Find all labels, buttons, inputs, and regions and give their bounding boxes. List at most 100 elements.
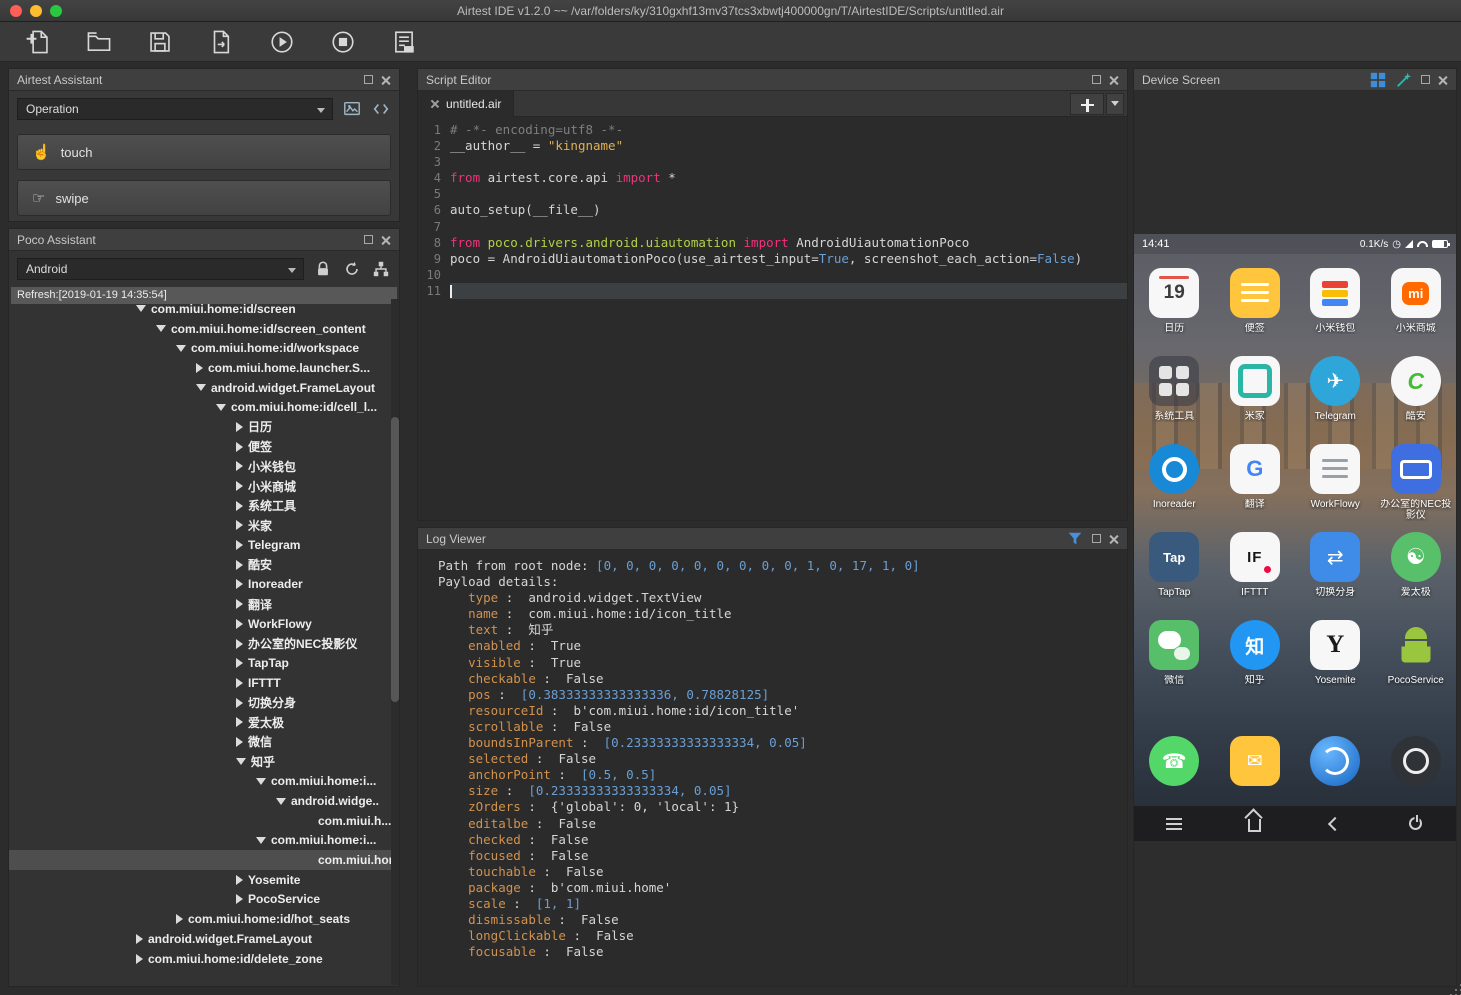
tree-node[interactable]: 米家	[9, 516, 399, 536]
app-notes[interactable]: 便签	[1215, 268, 1296, 356]
tree-node[interactable]: com.miui.home:id/workspace	[9, 338, 399, 358]
app-taptap[interactable]: TapTapTap	[1134, 532, 1215, 620]
poco-platform-select[interactable]: Android	[17, 258, 304, 280]
code-editor[interactable]: 1# -*- encoding=utf8 -*-2__author__ = "k…	[418, 117, 1127, 299]
app-wallet[interactable]: 小米钱包	[1295, 268, 1376, 356]
app-mihome[interactable]: 米家	[1215, 356, 1296, 444]
expand-arrow-icon[interactable]	[236, 758, 246, 765]
collapse-arrow-icon[interactable]	[236, 894, 243, 904]
tree-node[interactable]: com.miui.h...	[9, 811, 399, 831]
tab-list-dropdown-button[interactable]	[1106, 93, 1124, 115]
collapse-arrow-icon[interactable]	[236, 461, 243, 471]
float-panel-button[interactable]	[1092, 534, 1101, 543]
collapse-arrow-icon[interactable]	[236, 560, 243, 570]
tree-node[interactable]: TapTap	[9, 653, 399, 673]
tree-node[interactable]: com.miui.home.launcher.S...	[9, 358, 399, 378]
app-clone[interactable]: ⇄切换分身	[1295, 532, 1376, 620]
app-nec[interactable]: 办公室的NEC投影仪	[1376, 444, 1457, 532]
close-panel-button[interactable]	[1109, 75, 1119, 85]
collapse-arrow-icon[interactable]	[236, 658, 243, 668]
expand-arrow-icon[interactable]	[136, 305, 146, 312]
tree-node[interactable]: 办公室的NEC投影仪	[9, 634, 399, 654]
camera-dock-button[interactable]	[1376, 736, 1457, 786]
app-coolapk[interactable]: C酷安	[1376, 356, 1457, 444]
tree-node[interactable]: com.miui.home:i...	[9, 831, 399, 851]
collapse-arrow-icon[interactable]	[236, 579, 243, 589]
tree-node[interactable]: com.miui.home:id/screen_content	[9, 319, 399, 339]
tree-node[interactable]: Yosemite	[9, 870, 399, 890]
refresh-tree-button[interactable]	[343, 259, 362, 279]
phone-dock-button[interactable]: ☎	[1134, 736, 1215, 786]
tree-node[interactable]: 爱太极	[9, 712, 399, 732]
open-script-button[interactable]	[85, 28, 113, 56]
resize-grip[interactable]	[1455, 989, 1457, 991]
tree-node[interactable]: com.miui.home:id/delete_zone	[9, 949, 399, 969]
minimize-window-button[interactable]	[30, 5, 42, 17]
collapse-arrow-icon[interactable]	[236, 619, 243, 629]
inspector-wand-button[interactable]	[1395, 71, 1413, 89]
collapse-arrow-icon[interactable]	[236, 698, 243, 708]
tree-node[interactable]: com.miui.home:i...	[9, 772, 399, 792]
tree-node[interactable]: WorkFlowy	[9, 614, 399, 634]
run-script-button[interactable]	[268, 28, 296, 56]
app-folder[interactable]: 系统工具	[1134, 356, 1215, 444]
tree-node[interactable]: com.miui.home:id/hot_seats	[9, 909, 399, 929]
save-script-button[interactable]	[146, 28, 174, 56]
app-yosemite[interactable]: YYosemite	[1295, 620, 1376, 708]
expand-arrow-icon[interactable]	[256, 837, 266, 844]
insert-code-button[interactable]	[372, 99, 391, 119]
float-panel-button[interactable]	[1421, 75, 1430, 84]
collapse-arrow-icon[interactable]	[236, 678, 243, 688]
app-mistore[interactable]: mi小米商城	[1376, 268, 1457, 356]
tab-untitled-air[interactable]: untitled.air	[418, 91, 514, 117]
close-panel-button[interactable]	[381, 235, 391, 245]
tree-node[interactable]: 小米钱包	[9, 457, 399, 477]
touch-button[interactable]: ☝touch	[17, 134, 391, 170]
menu-button[interactable]	[1154, 806, 1194, 841]
collapse-arrow-icon[interactable]	[236, 481, 243, 491]
tree-node[interactable]: 小米商城	[9, 476, 399, 496]
collapse-arrow-icon[interactable]	[236, 501, 243, 511]
collapse-arrow-icon[interactable]	[236, 520, 243, 530]
home-button[interactable]	[1235, 806, 1275, 841]
maximize-window-button[interactable]	[50, 5, 62, 17]
collapse-arrow-icon[interactable]	[136, 954, 143, 964]
hierarchy-button[interactable]	[372, 259, 391, 279]
refresh-status-bar[interactable]: Refresh:[2019-01-19 14:35:54]	[11, 287, 397, 304]
tree-node[interactable]: Inoreader	[9, 575, 399, 595]
tree-node[interactable]: 系统工具	[9, 496, 399, 516]
collapse-arrow-icon[interactable]	[236, 422, 243, 432]
tree-node[interactable]: android.widget.FrameLayout	[9, 929, 399, 949]
collapse-arrow-icon[interactable]	[236, 737, 243, 747]
tree-node[interactable]: 日历	[9, 417, 399, 437]
tree-node[interactable]: IFTTT	[9, 673, 399, 693]
expand-arrow-icon[interactable]	[196, 384, 206, 391]
app-ifttt[interactable]: IFIFTTT	[1215, 532, 1296, 620]
collapse-arrow-icon[interactable]	[196, 363, 203, 373]
stop-script-button[interactable]	[329, 28, 357, 56]
expand-arrow-icon[interactable]	[276, 798, 286, 805]
collapse-arrow-icon[interactable]	[236, 875, 243, 885]
tree-node[interactable]: 便签	[9, 437, 399, 457]
app-zhihu[interactable]: 知知乎	[1215, 620, 1296, 708]
collapse-arrow-icon[interactable]	[176, 914, 183, 924]
collapse-arrow-icon[interactable]	[236, 599, 243, 609]
tree-scrollbar-thumb[interactable]	[391, 417, 399, 702]
log-view-button[interactable]	[390, 28, 418, 56]
tree-node[interactable]: com.miui.hom...	[9, 850, 399, 870]
new-tab-button[interactable]	[1070, 93, 1104, 115]
lock-button[interactable]	[314, 259, 333, 279]
filter-button[interactable]	[1066, 530, 1084, 548]
device-screen-mirror[interactable]: 14:41 0.1K/s ◷ 19日历便签小米钱包mi小米商城系统工具米家✈Te…	[1134, 234, 1456, 806]
expand-arrow-icon[interactable]	[176, 345, 186, 352]
expand-arrow-icon[interactable]	[256, 778, 266, 785]
tree-node[interactable]: android.widge..	[9, 791, 399, 811]
collapse-arrow-icon[interactable]	[236, 639, 243, 649]
app-workflowy[interactable]: WorkFlowy	[1295, 444, 1376, 532]
expand-arrow-icon[interactable]	[216, 404, 226, 411]
close-panel-button[interactable]	[381, 75, 391, 85]
tree-node[interactable]: com.miui.home:id/cell_l...	[9, 397, 399, 417]
collapse-arrow-icon[interactable]	[136, 934, 143, 944]
collapse-arrow-icon[interactable]	[236, 717, 243, 727]
tree-node[interactable]: 切换分身	[9, 693, 399, 713]
